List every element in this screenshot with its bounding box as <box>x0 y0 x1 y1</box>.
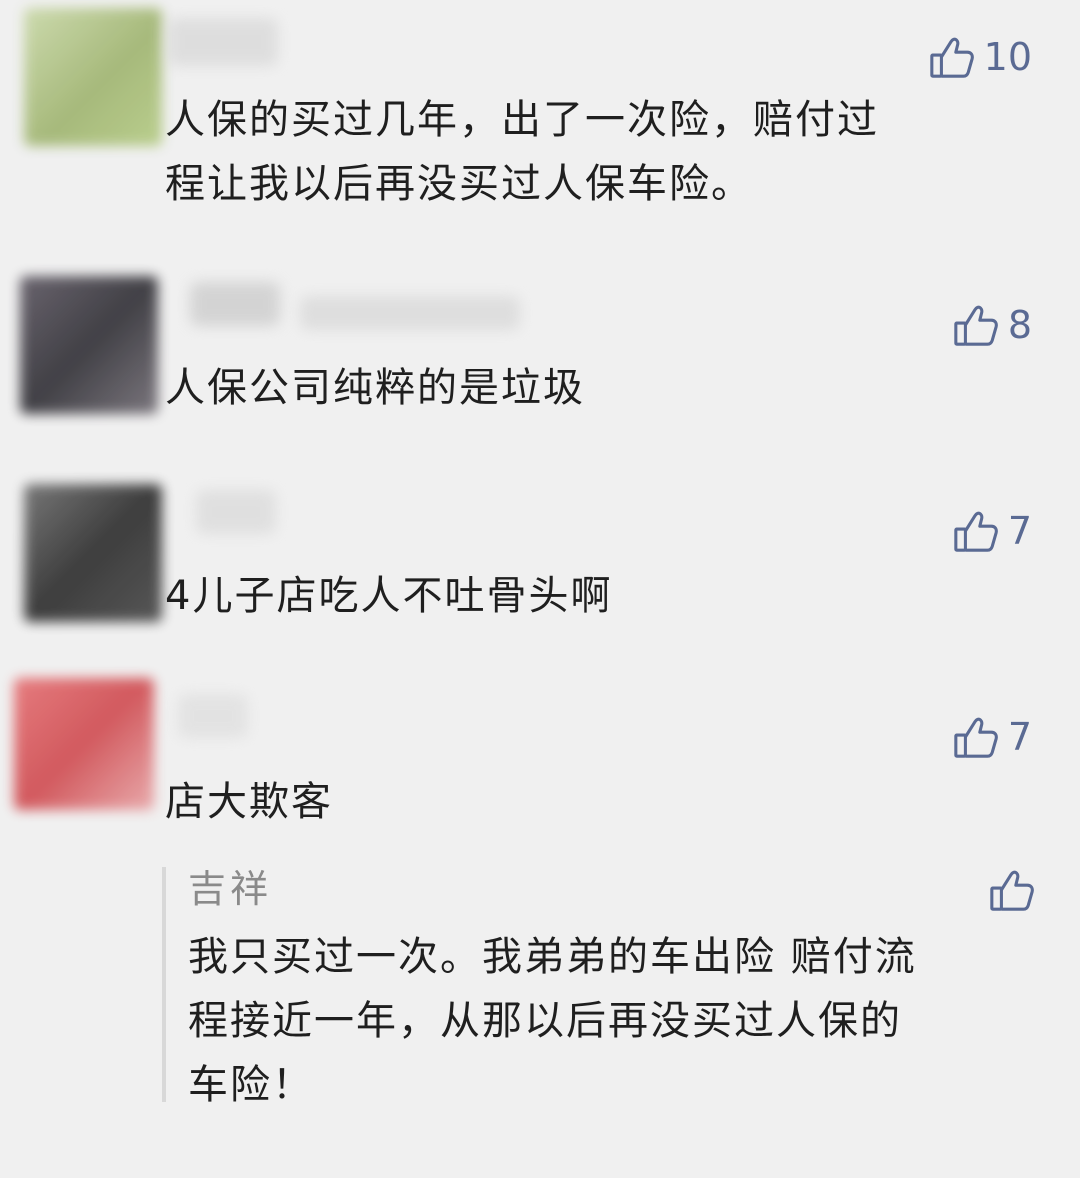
comment-item: 7 店大欺客 吉祥 我只买过一次。我弟弟的车出险 赔付流 程接近一年，从那以后再… <box>0 0 1080 1178</box>
avatar[interactable] <box>14 678 154 810</box>
reply-line: 车险！ <box>188 1062 314 1108</box>
username-blurred[interactable] <box>178 694 248 738</box>
thumbs-up-icon <box>952 714 998 760</box>
like-count: 7 <box>1007 715 1032 759</box>
reply-author[interactable]: 吉祥 <box>188 867 272 911</box>
reply-line: 程接近一年，从那以后再没买过人保的 <box>188 998 902 1044</box>
reply-line: 我只买过一次。我弟弟的车出险 赔付流 <box>188 934 917 980</box>
comment-line: 店大欺客 <box>165 779 333 825</box>
comment-text: 店大欺客 <box>165 770 333 834</box>
reply-thread: 吉祥 我只买过一次。我弟弟的车出险 赔付流 程接近一年，从那以后再没买过人保的 … <box>162 867 1036 1108</box>
like-button[interactable]: 7 <box>952 714 1032 760</box>
reply-text: 我只买过一次。我弟弟的车出险 赔付流 程接近一年，从那以后再没买过人保的 车险！ <box>188 925 917 1117</box>
thumbs-up-icon <box>988 867 1034 913</box>
reply-like-button[interactable] <box>988 867 1034 913</box>
